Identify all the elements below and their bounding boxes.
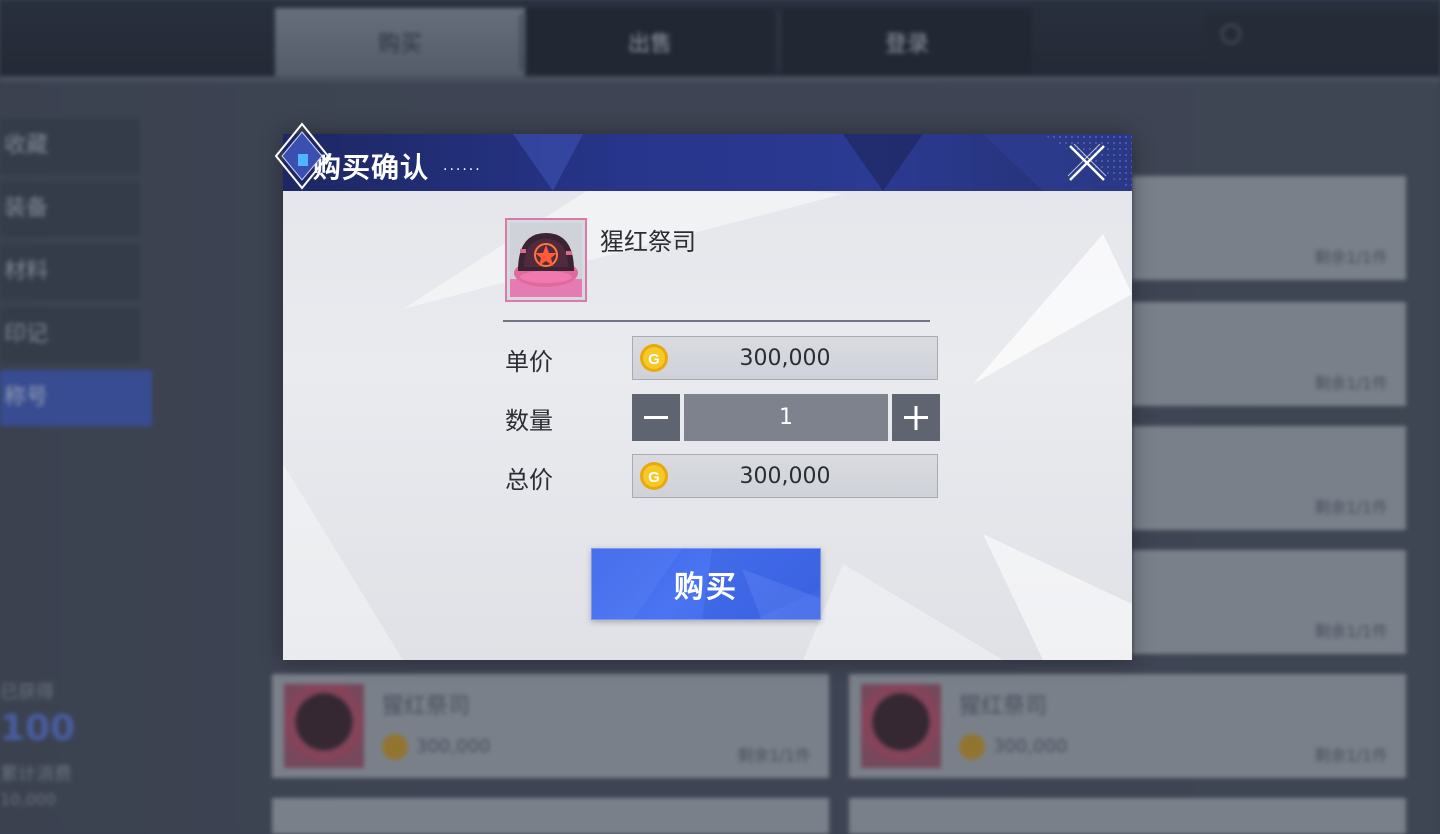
buy-button[interactable]: 购买 [591, 548, 821, 620]
item-name: 猩红祭司 [600, 228, 696, 256]
scarlet-priest-hat-icon [510, 223, 582, 297]
total-price-value: 300,000 [739, 463, 831, 489]
quantity-label: 数量 [505, 407, 553, 435]
close-x-icon [1067, 143, 1107, 181]
purchase-confirm-dialog: 购买确认 ...... 猩红祭司 单价 G 300,000 数量 1 总价 G … [283, 134, 1132, 660]
total-price-field: G 300,000 [632, 454, 938, 498]
quantity-decrease-button[interactable] [632, 394, 680, 441]
unit-price-field: G 300,000 [632, 336, 938, 380]
quantity-input[interactable]: 1 [684, 394, 888, 441]
buy-button-label: 购买 [674, 570, 738, 605]
minus-icon [644, 415, 668, 419]
diamond-emblem-icon [274, 122, 330, 190]
item-divider [503, 320, 930, 322]
quantity-increase-button[interactable] [892, 394, 940, 441]
unit-price-label: 单价 [505, 348, 553, 376]
dialog-header: 购买确认 ...... [283, 134, 1132, 191]
item-icon-frame [505, 218, 587, 302]
plus-icon [904, 405, 928, 430]
close-button[interactable] [1064, 140, 1110, 186]
title-dots: ...... [443, 158, 482, 174]
unit-price-value: 300,000 [739, 345, 831, 371]
total-price-label: 总价 [505, 466, 553, 494]
